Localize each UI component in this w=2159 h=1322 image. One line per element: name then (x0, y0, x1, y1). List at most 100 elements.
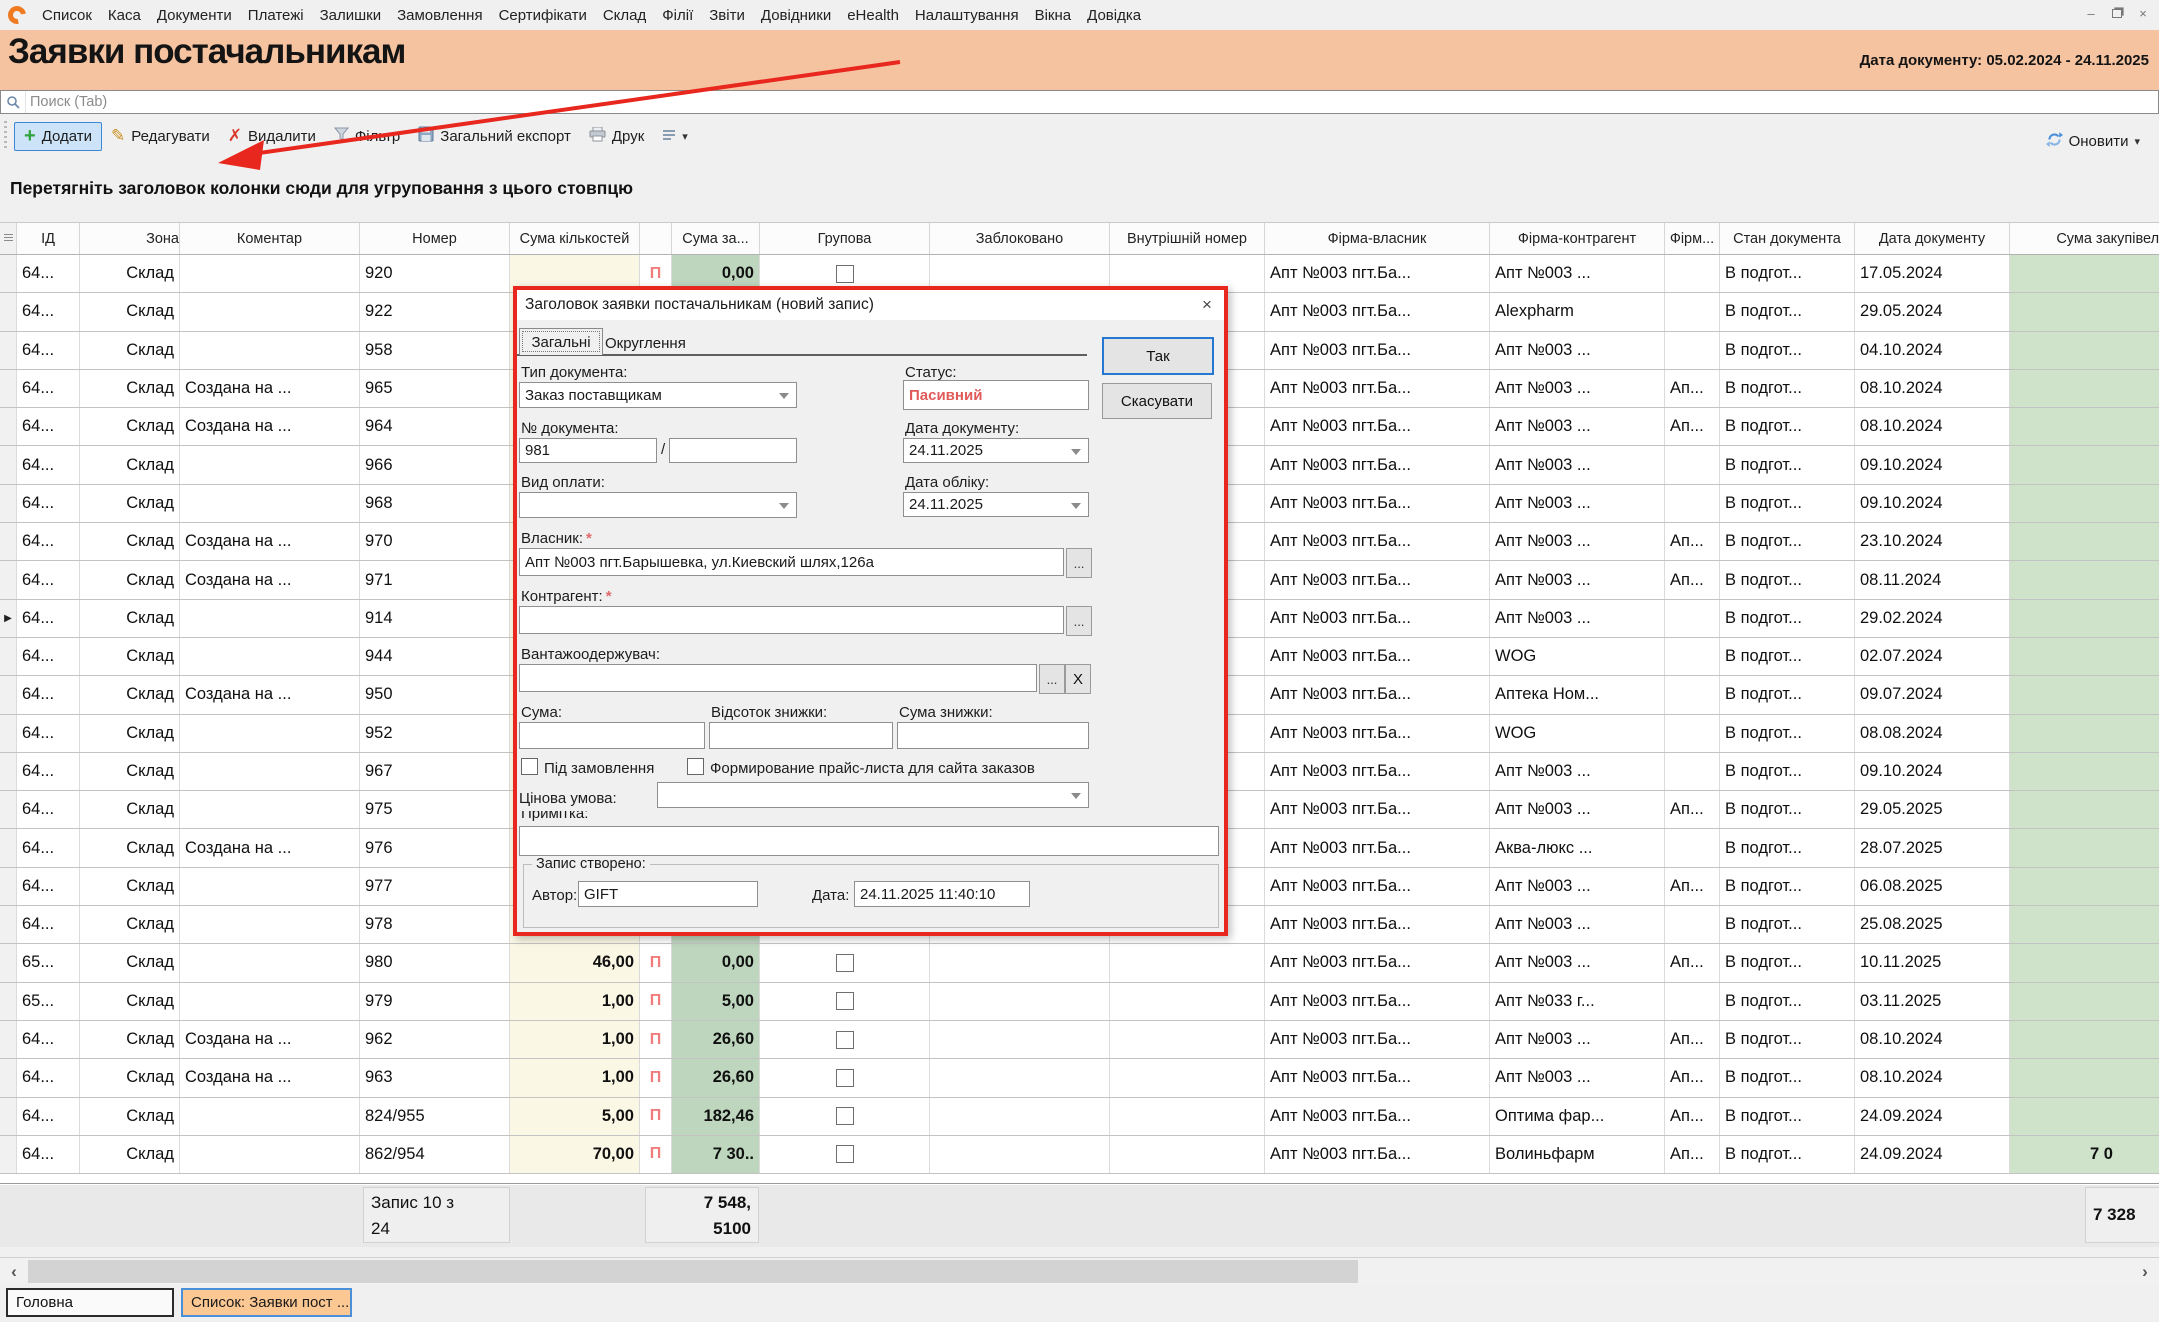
cell-comment[interactable] (180, 753, 360, 790)
menu-branches[interactable]: Філії (654, 7, 701, 24)
under-order-checkbox[interactable] (521, 758, 538, 775)
cell-doc-state[interactable]: В подгот... (1720, 523, 1855, 560)
cell-firm[interactable]: Ап... (1665, 523, 1720, 560)
menu-stock[interactable]: Залишки (312, 7, 390, 24)
cell-doc-state[interactable]: В подгот... (1720, 561, 1855, 598)
doc-number-field[interactable]: 981 (519, 438, 657, 463)
cell-internal-number[interactable] (1110, 1059, 1265, 1096)
cell-purchase-sum[interactable] (2010, 485, 2159, 522)
cell-firm[interactable] (1665, 829, 1720, 866)
group-checkbox[interactable] (836, 1107, 854, 1125)
cell-zone[interactable]: Склад (80, 753, 180, 790)
cell-zone[interactable]: Склад (80, 370, 180, 407)
cell-contragent-firm[interactable]: Апт №003 ... (1490, 944, 1665, 981)
cell-firm[interactable]: Ап... (1665, 791, 1720, 828)
cell-number[interactable]: 975 (360, 791, 510, 828)
cell-owner-firm[interactable]: Апт №003 пгт.Ба... (1265, 944, 1490, 981)
cell-purchase-sum[interactable] (2010, 370, 2159, 407)
cell-p-flag[interactable]: П (640, 1059, 672, 1096)
cell-id[interactable]: 64... (17, 676, 80, 713)
created-date-field[interactable]: 24.11.2025 11:40:10 (854, 881, 1030, 907)
cell-purchase-sum[interactable] (2010, 983, 2159, 1020)
cell-firm[interactable]: Ап... (1665, 1136, 1720, 1173)
cell-firm[interactable]: Ап... (1665, 868, 1720, 905)
cell-comment[interactable]: Создана на ... (180, 1021, 360, 1058)
cell-doc-state[interactable]: В подгот... (1720, 446, 1855, 483)
cell-qty-sum[interactable]: 70,00 (510, 1136, 640, 1173)
cell-blocked[interactable] (930, 1098, 1110, 1135)
cell-owner-firm[interactable]: Апт №003 пгт.Ба... (1265, 1059, 1490, 1096)
cell-comment[interactable] (180, 600, 360, 637)
group-checkbox[interactable] (836, 1145, 854, 1163)
owner-browse-button[interactable]: ... (1066, 548, 1092, 578)
cell-number[interactable]: 966 (360, 446, 510, 483)
cell-sum[interactable]: 7 30.. (672, 1136, 760, 1173)
cell-id[interactable]: 64... (17, 600, 80, 637)
sum-field[interactable] (519, 722, 705, 749)
cell-comment[interactable] (180, 446, 360, 483)
print-button[interactable]: Друк (580, 122, 653, 151)
cell-doc-date[interactable]: 10.11.2025 (1855, 944, 2010, 981)
menu-windows[interactable]: Вікна (1027, 7, 1080, 24)
cell-internal-number[interactable] (1110, 1098, 1265, 1135)
status-field[interactable]: Пасивний (903, 380, 1089, 410)
cell-comment[interactable]: Создана на ... (180, 523, 360, 560)
group-checkbox[interactable] (836, 954, 854, 972)
consignee-clear-button[interactable]: X (1065, 664, 1091, 694)
cell-id[interactable]: 64... (17, 1098, 80, 1135)
cell-number[interactable]: 977 (360, 868, 510, 905)
cell-comment[interactable] (180, 791, 360, 828)
cell-zone[interactable]: Склад (80, 446, 180, 483)
cell-internal-number[interactable] (1110, 1136, 1265, 1173)
cell-qty-sum[interactable]: 46,00 (510, 944, 640, 981)
group-checkbox[interactable] (836, 1069, 854, 1087)
cell-zone[interactable]: Склад (80, 332, 180, 369)
cell-owner-firm[interactable]: Апт №003 пгт.Ба... (1265, 791, 1490, 828)
cell-doc-date[interactable]: 02.07.2024 (1855, 638, 2010, 675)
cell-doc-date[interactable]: 23.10.2024 (1855, 523, 2010, 560)
cell-number[interactable]: 824/955 (360, 1098, 510, 1135)
cell-number[interactable]: 944 (360, 638, 510, 675)
cell-id[interactable]: 64... (17, 255, 80, 292)
cell-doc-date[interactable]: 28.07.2025 (1855, 829, 2010, 866)
export-button[interactable]: Загальний експорт (409, 121, 580, 151)
cell-blocked[interactable] (930, 1059, 1110, 1096)
dialog-tab-rounding[interactable]: Округлення (605, 332, 705, 354)
cell-zone[interactable]: Склад (80, 1136, 180, 1173)
cell-firm[interactable] (1665, 715, 1720, 752)
cell-firm[interactable] (1665, 293, 1720, 330)
cell-doc-date[interactable]: 24.09.2024 (1855, 1136, 2010, 1173)
menu-certificates[interactable]: Сертифікати (491, 7, 595, 24)
cell-contragent-firm[interactable]: Апт №003 ... (1490, 1059, 1665, 1096)
table-row[interactable]: 65... Склад 979 1,00 П 5,00 Апт №003 пгт… (0, 983, 2159, 1021)
cell-contragent-firm[interactable]: Апт №003 ... (1490, 332, 1665, 369)
cell-doc-date[interactable]: 06.08.2025 (1855, 868, 2010, 905)
menu-ehealth[interactable]: eHealth (839, 7, 907, 24)
tab-supplier-requests-list[interactable]: Список: Заявки пост ... (181, 1288, 352, 1317)
cell-firm[interactable]: Ап... (1665, 1059, 1720, 1096)
cell-firm[interactable] (1665, 255, 1720, 292)
cell-purchase-sum[interactable] (2010, 332, 2159, 369)
cell-doc-state[interactable]: В подгот... (1720, 983, 1855, 1020)
cell-doc-state[interactable]: В подгот... (1720, 255, 1855, 292)
cell-zone[interactable]: Склад (80, 255, 180, 292)
menu-directories[interactable]: Довідники (753, 7, 839, 24)
column-header-internal-number[interactable]: Внутрішній номер (1110, 223, 1265, 254)
column-header-firm[interactable]: Фірм... (1665, 223, 1720, 254)
cell-contragent-firm[interactable]: Апт №003 ... (1490, 408, 1665, 445)
cell-doc-state[interactable]: В подгот... (1720, 293, 1855, 330)
column-header-group[interactable]: Групова (760, 223, 930, 254)
cell-owner-firm[interactable]: Апт №003 пгт.Ба... (1265, 293, 1490, 330)
account-date-select[interactable]: 24.11.2025 (903, 492, 1089, 517)
doc-number-suffix-field[interactable] (669, 438, 797, 463)
cell-zone[interactable]: Склад (80, 523, 180, 560)
cell-id[interactable]: 64... (17, 1059, 80, 1096)
cell-comment[interactable] (180, 332, 360, 369)
cell-contragent-firm[interactable]: Alexpharm (1490, 293, 1665, 330)
cell-doc-date[interactable]: 08.11.2024 (1855, 561, 2010, 598)
cell-blocked[interactable] (930, 983, 1110, 1020)
cell-purchase-sum[interactable] (2010, 561, 2159, 598)
cell-doc-state[interactable]: В подгот... (1720, 1098, 1855, 1135)
cell-owner-firm[interactable]: Апт №003 пгт.Ба... (1265, 255, 1490, 292)
cell-zone[interactable]: Склад (80, 561, 180, 598)
